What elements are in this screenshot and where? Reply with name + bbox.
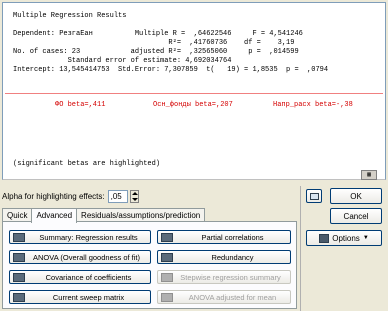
covariance-button[interactable]: Covariance of coefficients: [9, 270, 151, 284]
table-icon: [13, 272, 25, 282]
tab-residuals[interactable]: Residuals/assumptions/prediction: [76, 208, 206, 222]
table-icon: [161, 232, 173, 242]
options-button[interactable]: Options ▼: [306, 230, 382, 246]
alpha-label: Alpha for highlighting effects:: [2, 191, 105, 201]
window-icon: [310, 193, 319, 200]
results-title: Multiple Regression Results: [13, 12, 127, 20]
table-icon: [13, 232, 25, 242]
beta-osn-fondy: Осн_фонды beta=,207: [153, 101, 233, 109]
result-line-std-error: Standard error of estimate: 4,692034764: [13, 57, 232, 65]
ok-button[interactable]: OK: [330, 188, 382, 204]
results-separator: [5, 93, 383, 94]
options-icon: [319, 233, 330, 243]
advanced-tab-panel: Summary: Regression results Partial corr…: [2, 221, 297, 309]
result-line-r2: R²= ,41760736 df = 3,19: [13, 39, 295, 47]
table-icon: [161, 292, 173, 302]
sweep-matrix-button[interactable]: Current sweep matrix: [9, 290, 151, 304]
result-line-cases: No. of cases: 23 adjusted R²= ,32565060 …: [13, 48, 299, 56]
results-panel: Multiple Regression Results Dependent: Р…: [2, 2, 386, 180]
alpha-spinner[interactable]: [129, 189, 139, 203]
redundancy-button[interactable]: Redundancy: [157, 250, 291, 264]
result-line-dependent: Dependent: РезгаЕан Multiple R = ,646225…: [13, 30, 303, 38]
table-icon: [13, 292, 25, 302]
result-line-intercept: Intercept: 13,545414753 Std.Error: 7,307…: [13, 66, 329, 74]
table-icon: [161, 272, 173, 282]
chevron-down-icon: ▼: [362, 235, 369, 241]
results-note: (significant betas are highlighted): [13, 160, 161, 168]
tab-strip: Quick Advanced Residuals/assumptions/pre…: [2, 208, 206, 223]
anova-button[interactable]: ANOVA (Overall goodness of fit): [9, 250, 151, 264]
beta-napr-rash: Напр_расх beta=-,38: [273, 101, 353, 109]
beta-fo: ФО beta=,411: [55, 101, 106, 109]
summary-window-button[interactable]: [306, 189, 322, 203]
summary-regression-button[interactable]: Summary: Regression results: [9, 230, 151, 244]
table-icon: [13, 252, 25, 262]
tab-advanced[interactable]: Advanced: [31, 208, 78, 223]
partial-correlations-button[interactable]: Partial correlations: [157, 230, 291, 244]
grid-icon[interactable]: ▦: [361, 170, 377, 180]
alpha-row: Alpha for highlighting effects: ,05: [2, 189, 139, 203]
alpha-input[interactable]: ,05: [107, 189, 128, 203]
options-label: Options: [332, 233, 360, 243]
stepwise-summary-button[interactable]: Stepwise regression summary: [157, 270, 291, 284]
table-icon: [161, 252, 173, 262]
anova-adjusted-button[interactable]: ANOVA adjusted for mean: [157, 290, 291, 304]
tab-quick[interactable]: Quick: [2, 208, 33, 222]
side-divider: [300, 186, 301, 311]
cancel-button[interactable]: Cancel: [330, 208, 382, 224]
